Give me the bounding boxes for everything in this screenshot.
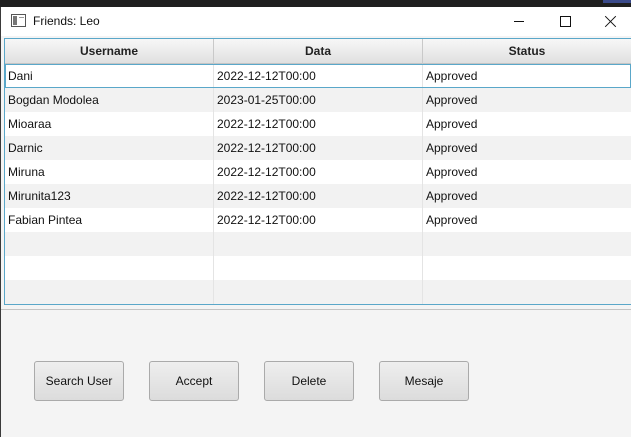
minimize-icon — [514, 21, 524, 22]
cell-data — [214, 256, 423, 280]
cell-username: Mioaraa — [5, 112, 214, 136]
table-row[interactable]: Dani 2022-12-12T00:00 Approved — [5, 64, 631, 88]
cell-username — [5, 256, 214, 280]
cell-status: Approved — [426, 93, 478, 107]
cell-data: 2022-12-12T00:00 — [214, 160, 423, 184]
cell-status: Approved — [426, 213, 478, 227]
close-icon — [604, 15, 617, 28]
column-header-data[interactable]: Data — [214, 39, 423, 64]
delete-button[interactable]: Delete — [264, 361, 354, 401]
cell-data: 2022-12-12T00:00 — [214, 184, 423, 208]
cell-username: Bogdan Modolea — [5, 88, 214, 112]
minimize-button[interactable] — [496, 7, 542, 36]
cell-username: Miruna — [5, 160, 214, 184]
desktop-accent — [603, 0, 631, 3]
table-row[interactable]: Darnic 2022-12-12T00:00 Approved — [5, 136, 631, 160]
cell-data: 2022-12-12T00:00 — [214, 112, 423, 136]
table-header: Username Data Status — [5, 39, 631, 64]
cell-username: Mirunita123 — [5, 184, 214, 208]
cell-status — [423, 232, 631, 256]
table-row[interactable]: Mioaraa 2022-12-12T00:00 Approved — [5, 112, 631, 136]
cell-data — [214, 232, 423, 256]
cell-username — [5, 232, 214, 256]
cell-username — [5, 280, 214, 304]
title-bar[interactable]: Friends: Leo — [1, 7, 631, 36]
column-header-status[interactable]: Status — [423, 39, 631, 64]
cell-status — [423, 256, 631, 280]
cell-username: Fabian Pintea — [5, 208, 214, 232]
mesaje-button[interactable]: Mesaje — [379, 361, 469, 401]
maximize-icon — [559, 16, 571, 27]
close-button[interactable] — [587, 7, 631, 36]
search-user-button[interactable]: Search User — [34, 361, 124, 401]
table-body: Dani 2022-12-12T00:00 Approved Bogdan Modol… — [5, 64, 631, 304]
accept-button[interactable]: Accept — [149, 361, 239, 401]
divider — [1, 309, 631, 310]
cell-data — [214, 280, 423, 304]
table-row[interactable]: Fabian Pintea 2022-12-12T00:00 Approved — [5, 208, 631, 232]
window-title: Friends: Leo — [33, 14, 100, 28]
cell-data: 2022-12-12T00:00 — [214, 136, 423, 160]
cell-username: Darnic — [5, 136, 214, 160]
cell-status: Approved — [426, 69, 478, 83]
cell-status: Approved — [426, 165, 478, 179]
cell-username: Dani — [5, 64, 214, 88]
table-row-empty[interactable] — [5, 280, 631, 304]
table-row[interactable]: Mirunita123 2022-12-12T00:00 Approved — [5, 184, 631, 208]
maximize-button[interactable] — [542, 7, 588, 36]
table-row[interactable]: Bogdan Modolea 2023-01-25T00:00 Approved — [5, 88, 631, 112]
column-header-username[interactable]: Username — [5, 39, 214, 64]
cell-data: 2023-01-25T00:00 — [214, 88, 423, 112]
table-row-empty[interactable] — [5, 256, 631, 280]
cell-status: Approved — [426, 189, 478, 203]
app-window-icon — [11, 14, 26, 27]
cell-status: Approved — [426, 141, 478, 155]
friends-table[interactable]: Username Data Status Dani 2022-12-12T00:0… — [4, 38, 631, 305]
cell-status: Approved — [426, 117, 478, 131]
table-row[interactable]: Miruna 2022-12-12T00:00 Approved — [5, 160, 631, 184]
cell-data: 2022-12-12T00:00 — [214, 208, 423, 232]
cell-data: 2022-12-12T00:00 — [214, 64, 423, 88]
desktop-strip — [0, 0, 631, 7]
cell-status — [423, 280, 631, 304]
table-row-empty[interactable] — [5, 232, 631, 256]
friends-window: Friends: Leo Username Data Status Dani 20… — [0, 7, 631, 437]
